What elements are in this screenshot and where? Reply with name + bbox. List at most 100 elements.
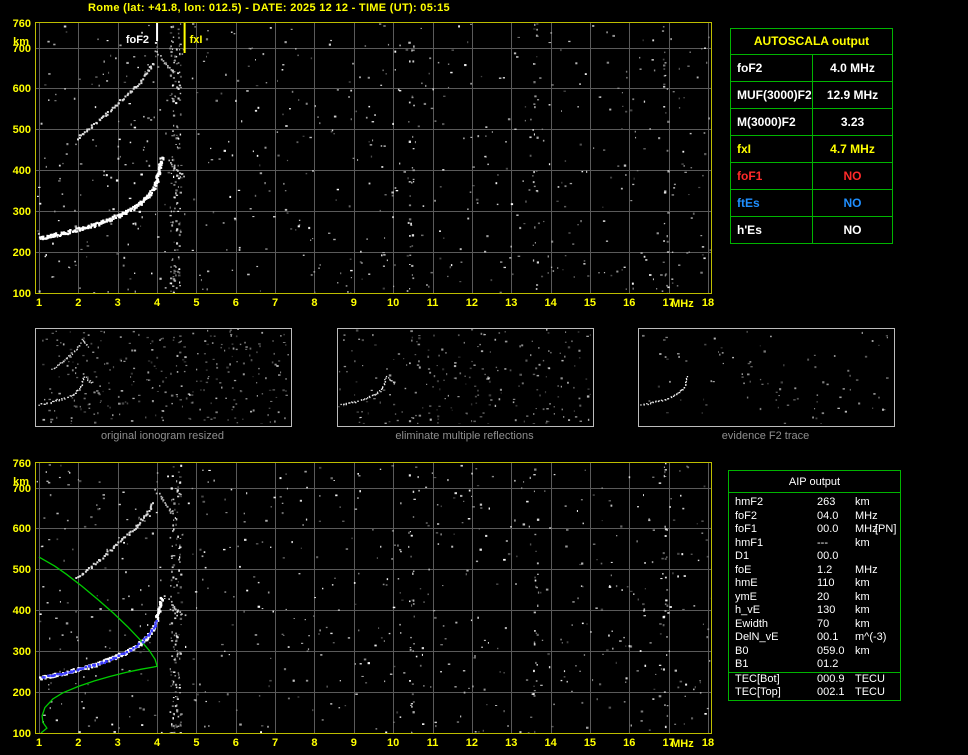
aip-row-unit: TECU: [855, 672, 885, 685]
aip-row-value: 70: [817, 617, 830, 630]
aip-row: foF2 04.0 MHz: [729, 510, 900, 524]
x-axis-tick: 18: [701, 737, 715, 749]
aip-row-value: 00.1: [817, 631, 839, 643]
aip-row-unit: km: [855, 644, 870, 657]
aip-row-label: hmF2: [735, 496, 764, 508]
x-axis-tick: 8: [311, 297, 318, 309]
autoscala-row-label: foF2: [731, 55, 813, 81]
aip-row: foE 1.2 MHz: [729, 564, 900, 578]
y-axis-tick: 760: [12, 18, 31, 30]
autoscala-row-label: ftEs: [731, 190, 813, 216]
x-axis-tick: 11: [426, 297, 439, 309]
x-axis-tick: 1: [35, 297, 43, 309]
aip-row-value: 002.1: [817, 686, 845, 698]
y-axis-tick: 300: [12, 206, 31, 219]
x-axis-tick: 15: [583, 737, 597, 749]
y-axis-tick: 400: [12, 165, 31, 178]
y-axis-tick: 100: [12, 728, 31, 740]
thumb-filtered-caption: eliminate multiple reflections: [395, 430, 534, 442]
thumb-filtered-canvas: [338, 329, 591, 424]
aip-row-unit: MHz: [855, 563, 878, 576]
aip-row-label: B1: [735, 658, 749, 670]
y-axis-tick: 300: [12, 646, 31, 659]
autoscala-table: AUTOSCALA output foF2 4.0 MHz MUF(3000)F2 1…: [730, 28, 893, 244]
autoscala-row-label: foF1: [731, 163, 813, 189]
bottom-ionogram-canvas: [36, 463, 711, 733]
x-axis-tick: 11: [426, 737, 439, 749]
aip-row-unit: TECU: [855, 686, 885, 698]
aip-row-label: Ewidth: [735, 617, 769, 630]
autoscala-table-title: AUTOSCALA output: [731, 29, 892, 55]
window-title: Rome (lat: +41.8, lon: 012.5) - DATE: 20…: [88, 2, 450, 14]
x-axis-tick: 16: [623, 297, 636, 309]
aip-row-unit: km: [855, 604, 870, 616]
aip-row-unit: km: [855, 577, 870, 589]
x-axis-tick: 7: [272, 297, 279, 309]
x-axis-tick: 5: [193, 297, 200, 309]
y-axis-unit: km: [13, 476, 29, 488]
x-axis-tick: 4: [153, 297, 161, 309]
autoscala-row-value: NO: [843, 196, 862, 210]
aip-row-label: foF2: [735, 509, 758, 522]
y-axis-tick: 500: [12, 564, 31, 577]
x-axis-tick: 5: [193, 737, 200, 749]
thumb-evidence-canvas: [639, 329, 892, 424]
aip-row: D1 00.0: [729, 550, 900, 564]
x-axis-tick: 6: [232, 297, 239, 309]
y-axis-unit: km: [13, 36, 29, 48]
autoscala-row: fxI 4.7 MHz: [731, 136, 892, 163]
aip-row-label: hmE: [735, 577, 758, 589]
top-ionogram: foF2 fxI: [35, 22, 712, 294]
aip-row-label: h_vE: [735, 604, 761, 616]
aip-row: h_vE 130 km: [729, 604, 900, 618]
autoscala-row-value: 3.23: [840, 115, 865, 129]
autoscala-row-value: NO: [843, 169, 862, 183]
x-axis-tick: 12: [465, 737, 478, 749]
x-axis-tick: 1: [35, 737, 43, 749]
autoscala-row-value: 12.9 MHz: [826, 88, 879, 102]
y-axis-tick: 400: [12, 605, 31, 618]
x-axis-tick: 3: [114, 297, 121, 309]
x-axis-tick: 4: [153, 737, 161, 749]
x-axis-tick: 13: [505, 297, 518, 309]
x-axis-tick: 8: [311, 737, 318, 749]
y-axis-tick: 100: [12, 288, 31, 300]
aip-row-unit: km: [855, 536, 870, 549]
x-axis-tick: 9: [350, 737, 357, 749]
aip-row: TEC[Bot] 000.9 TECU: [729, 671, 900, 687]
x-axis-unit: MHz: [671, 298, 694, 310]
aip-row: ymE 20 km: [729, 591, 900, 605]
aip-row-label: B0: [735, 644, 749, 657]
y-axis-tick: 200: [12, 687, 31, 700]
bottom-ionogram: [35, 462, 712, 734]
x-axis-tick: 2: [75, 737, 82, 749]
x-axis-tick: 13: [505, 737, 518, 749]
aip-row-value: 110: [817, 577, 835, 589]
autoscala-row: ftEs NO: [731, 190, 892, 217]
aip-row-label: TEC[Bot]: [735, 672, 780, 685]
x-axis-tick: 16: [623, 737, 636, 749]
aip-table-title: AIP output: [729, 473, 900, 493]
x-axis-tick: 15: [583, 297, 597, 309]
aip-row-value: 059.0: [817, 644, 845, 657]
aip-row-unit: km: [855, 617, 870, 630]
x-axis-tick: 12: [465, 297, 478, 309]
aip-row-unit: km: [855, 496, 870, 508]
top-ionogram-canvas: foF2 fxI: [36, 23, 711, 293]
aip-row-label: D1: [735, 550, 750, 562]
y-axis-tick: 600: [12, 523, 31, 536]
aip-row: B0 059.0 km: [729, 645, 900, 659]
autoscala-row-label: h'Es: [731, 217, 813, 243]
aip-row-value: 00.0: [817, 550, 839, 562]
aip-row-label: foE: [735, 563, 752, 576]
y-axis-tick: 200: [12, 247, 31, 260]
x-axis-unit: MHz: [671, 738, 694, 750]
thumb-evidence-caption: evidence F2 trace: [721, 430, 810, 442]
aip-row: B1 01.2: [729, 658, 900, 672]
autoscala-row: M(3000)F2 3.23: [731, 109, 892, 136]
x-axis-tick: 10: [387, 737, 400, 749]
aip-row-value: 20: [817, 590, 830, 603]
autoscala-row-value: 4.7 MHz: [830, 142, 875, 156]
aip-row-unit: MHz: [855, 509, 878, 522]
y-axis-tick: 760: [12, 458, 31, 470]
